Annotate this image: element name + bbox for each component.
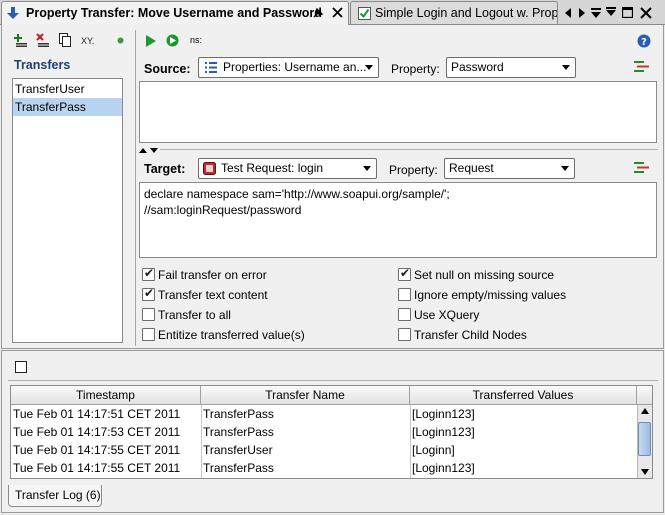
target-property-label: Property:: [389, 163, 438, 177]
tab-scroll-left-icon[interactable]: [564, 8, 572, 18]
add-transfer-button[interactable]: [14, 33, 28, 47]
use-xquery-checkbox[interactable]: [398, 308, 411, 321]
chevron-down-icon: [562, 65, 570, 70]
tab-title: Simple Login and Logout w. Properties: [375, 6, 558, 20]
table-cell: [Loginn123]: [412, 407, 475, 421]
maximize-icon[interactable]: [622, 7, 633, 18]
source-property-combo[interactable]: Password: [446, 57, 576, 78]
column-header-corner: [637, 386, 652, 405]
child-nodes-checkbox[interactable]: [398, 328, 411, 341]
target-combo[interactable]: Test Request: login: [198, 158, 377, 179]
source-options-icon[interactable]: [634, 60, 650, 74]
target-text-line: //sam:loginRequest/password: [144, 203, 302, 217]
source-expression-area[interactable]: [139, 81, 657, 143]
column-header-timestamp[interactable]: Timestamp: [11, 386, 201, 405]
transfer-all-label: Transfer to all: [158, 308, 231, 322]
property-transfer-icon: [7, 7, 19, 19]
transfer-log-table[interactable]: Timestamp Transfer Name Transferred Valu…: [10, 385, 653, 479]
table-cell: Tue Feb 01 14:17:55 CET 2011: [13, 461, 181, 475]
table-cell: Tue Feb 01 14:17:53 CET 2011: [13, 425, 181, 439]
table-cell: Tue Feb 01 14:17:55 CET 2011: [13, 443, 181, 457]
tab-list-icon[interactable]: [591, 8, 602, 18]
table-cell: TransferPass: [203, 425, 274, 439]
child-nodes-label: Transfer Child Nodes: [414, 328, 527, 342]
ignore-empty-checkbox[interactable]: [398, 288, 411, 301]
ignore-empty-label: Ignore empty/missing values: [414, 288, 567, 302]
use-xquery-label: Use XQuery: [414, 308, 480, 322]
remove-transfer-button[interactable]: [36, 33, 50, 47]
status-dot-icon: [117, 37, 124, 44]
tab-simple-login[interactable]: Simple Login and Logout w. Properties: [350, 1, 558, 24]
chevron-down-icon: [561, 166, 569, 171]
entitize-label: Entitize transferred value(s): [158, 328, 305, 342]
table-cell: [Loginn123]: [412, 461, 475, 475]
run-icon[interactable]: [146, 35, 156, 47]
set-null-label: Set null on missing source: [414, 268, 555, 282]
clear-log-icon[interactable]: [15, 361, 28, 374]
test-request-icon: [203, 162, 216, 175]
target-label: Target:: [144, 162, 186, 176]
minimize-icon[interactable]: [606, 7, 617, 18]
tab-transfer-log[interactable]: Transfer Log (6): [8, 485, 102, 507]
scroll-up-icon[interactable]: [641, 408, 649, 414]
set-null-checkbox[interactable]: [398, 266, 411, 281]
source-property-label: Property:: [391, 62, 440, 76]
transfer-list[interactable]: TransferUser TransferPass: [12, 78, 123, 343]
tab-property-transfer[interactable]: Property Transfer: Move Username and Pas…: [1, 1, 349, 25]
close-tab-icon[interactable]: [332, 7, 343, 18]
list-item[interactable]: TransferPass: [13, 98, 122, 116]
collapse-toggle-icon[interactable]: [139, 146, 159, 154]
target-options-icon[interactable]: [634, 161, 650, 175]
column-header-transfer-name[interactable]: Transfer Name: [201, 386, 410, 405]
table-cell: [Loginn123]: [412, 425, 475, 439]
target-property-combo[interactable]: Request: [444, 158, 575, 179]
column-header-transferred-values[interactable]: Transferred Values: [410, 386, 637, 405]
transfer-all-checkbox[interactable]: [142, 308, 155, 321]
fail-on-error-checkbox[interactable]: [142, 266, 155, 281]
target-combo-value: Test Request: login: [221, 161, 324, 175]
properties-icon: [205, 62, 217, 73]
scroll-down-icon[interactable]: [641, 469, 649, 475]
transfer-text-label: Transfer text content: [158, 288, 268, 302]
source-property-value: Password: [451, 60, 504, 74]
table-cell: TransferPass: [203, 461, 274, 475]
tab-title: Property Transfer: Move Username and Pas…: [26, 6, 322, 20]
namespace-button[interactable]: ns:: [190, 35, 202, 45]
run-all-icon[interactable]: [166, 34, 179, 47]
help-icon[interactable]: ?: [637, 34, 651, 48]
target-text-line: declare namespace sam='http://www.soapui…: [144, 187, 450, 201]
table-cell: Tue Feb 01 14:17:51 CET 2011: [13, 407, 181, 421]
source-label: Source:: [144, 62, 191, 76]
remove-transfer-icon: [36, 33, 49, 47]
list-item[interactable]: TransferUser: [13, 80, 122, 98]
table-cell: [Loginn]: [412, 443, 455, 457]
svg-text:?: ?: [641, 37, 647, 48]
close-window-icon[interactable]: [640, 7, 652, 19]
splitter[interactable]: [135, 30, 136, 346]
chevron-down-icon: [363, 166, 371, 171]
divider: [8, 380, 658, 381]
pin-icon[interactable]: [312, 7, 324, 19]
entitize-checkbox[interactable]: [142, 328, 155, 341]
add-transfer-icon: [14, 34, 27, 47]
copy-transfer-button[interactable]: [59, 33, 72, 47]
chevron-down-icon: [365, 65, 373, 70]
divider: [160, 149, 658, 150]
table-cell: TransferPass: [203, 407, 274, 421]
scrollbar-thumb[interactable]: [638, 422, 651, 456]
source-combo[interactable]: Properties: Username an...: [198, 57, 379, 78]
target-expression-area[interactable]: declare namespace sam='http://www.soapui…: [139, 182, 657, 258]
source-combo-value: Properties: Username an...: [223, 60, 367, 74]
fail-on-error-label: Fail transfer on error: [158, 268, 267, 282]
tab-scroll-right-icon[interactable]: [578, 8, 586, 18]
table-cell: TransferUser: [203, 443, 273, 457]
test-case-icon: [358, 7, 371, 20]
copy-icon: [59, 33, 71, 47]
xy-button[interactable]: XY.: [81, 36, 94, 50]
target-property-value: Request: [449, 161, 494, 175]
transfers-heading: Transfers: [14, 58, 71, 72]
transfer-text-checkbox[interactable]: [142, 286, 155, 301]
